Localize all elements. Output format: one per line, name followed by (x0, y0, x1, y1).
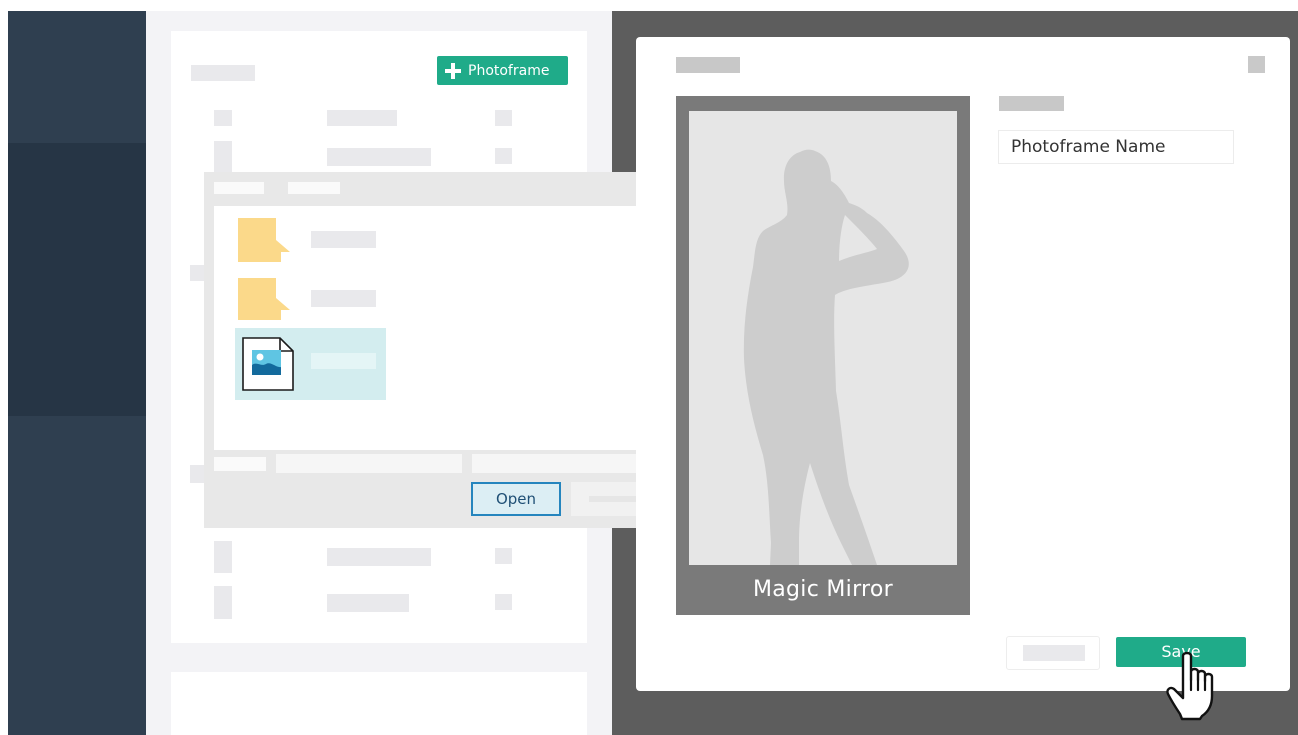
open-button[interactable]: Open (471, 482, 561, 516)
dialog-cancel-button[interactable] (571, 482, 636, 516)
dialog-menu-item[interactable] (288, 182, 340, 194)
cancel-label-placeholder (1023, 645, 1085, 661)
add-photoframe-button[interactable]: Photoframe (437, 56, 568, 85)
file-name-placeholder (311, 231, 376, 248)
dialog-filetype-select[interactable] (472, 454, 636, 473)
name-field-label-placeholder (999, 96, 1064, 111)
list-row-action[interactable] (495, 110, 512, 126)
list-row-checkbox[interactable] (214, 110, 232, 126)
add-photoframe-label: Photoframe (468, 62, 550, 79)
list-row-checkbox[interactable] (214, 541, 232, 573)
list-row-name (327, 594, 409, 612)
hand-pointer-icon (1166, 651, 1214, 721)
list-row-checkbox[interactable] (214, 141, 232, 173)
folder-item[interactable] (238, 278, 378, 320)
list-row-action[interactable] (495, 148, 512, 164)
dialog-path-label (214, 457, 266, 471)
list-row-name (327, 148, 431, 166)
close-icon[interactable] (1248, 56, 1265, 73)
secondary-card (171, 672, 587, 735)
folder-icon (238, 218, 290, 262)
file-name-placeholder (311, 290, 376, 307)
cancel-button[interactable] (1006, 636, 1100, 670)
list-row-name (327, 548, 431, 566)
list-row-action[interactable] (495, 594, 512, 610)
list-row-marker (190, 265, 204, 281)
photoframe-photo-area (689, 111, 957, 565)
list-title-placeholder (191, 65, 255, 81)
sidebar-item-active[interactable] (8, 143, 146, 416)
dialog-menu-item[interactable] (214, 182, 264, 194)
dialog-cancel-label-placeholder (589, 496, 636, 502)
list-row-marker (190, 465, 204, 483)
person-silhouette-icon (743, 149, 909, 565)
photoframe-name-input[interactable] (998, 130, 1234, 164)
list-row-name (327, 110, 397, 126)
folder-icon (238, 278, 290, 320)
file-name-placeholder (311, 353, 376, 369)
list-row-action[interactable] (495, 548, 512, 564)
image-file-icon (242, 337, 294, 391)
dialog-filename-field[interactable] (276, 454, 462, 473)
list-row-checkbox[interactable] (214, 586, 232, 619)
frame-brand-text: Magic Mirror (752, 577, 894, 602)
plus-icon (445, 62, 461, 79)
folder-item[interactable] (238, 218, 378, 262)
modal-title-placeholder (676, 57, 740, 73)
